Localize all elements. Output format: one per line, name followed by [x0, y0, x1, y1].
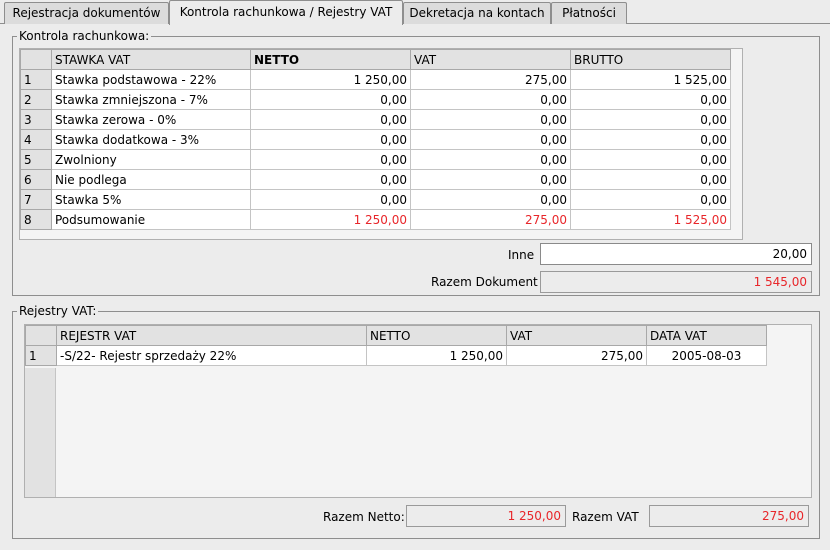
razem-vat-value: 275,00 [649, 505, 809, 527]
cell-stawka[interactable]: Zwolniony [51, 149, 251, 170]
cell-vat[interactable]: 0,00 [410, 129, 571, 150]
rejestry-vat-grid[interactable]: REJESTR VAT NETTO VAT DATA VAT 1 -S/22- … [24, 324, 812, 498]
col-header-brutto[interactable]: BRUTTO [570, 49, 731, 70]
cell-netto[interactable]: 0,00 [250, 129, 411, 150]
col-header-vat[interactable]: VAT [410, 49, 571, 70]
row-number: 2 [20, 89, 52, 110]
cell-brutto-summary[interactable]: 1 525,00 [570, 209, 731, 230]
row-number: 3 [20, 109, 52, 130]
cell-vat[interactable]: 0,00 [410, 109, 571, 130]
header-row: STAWKA VAT NETTO VAT BRUTTO [20, 49, 731, 70]
cell-vat[interactable]: 0,00 [410, 189, 571, 210]
cell-netto[interactable]: 0,00 [250, 169, 411, 190]
cell-vat[interactable]: 0,00 [410, 169, 571, 190]
cell-netto[interactable]: 0,00 [250, 149, 411, 170]
row-number: 8 [20, 209, 52, 230]
razem-vat-label: Razem VAT [572, 510, 639, 524]
cell-vat-summary[interactable]: 275,00 [410, 209, 571, 230]
cell-stawka[interactable]: Nie podlega [51, 169, 251, 190]
cell-brutto[interactable]: 0,00 [570, 149, 731, 170]
inne-label: Inne [508, 248, 535, 262]
col-header-netto[interactable]: NETTO [250, 49, 411, 70]
col-header-vat[interactable]: VAT [506, 325, 647, 346]
cell-netto[interactable]: 0,00 [250, 109, 411, 130]
cell-brutto[interactable]: 0,00 [570, 189, 731, 210]
rejestry-vat-legend: Rejestry VAT: [17, 304, 99, 318]
cell-netto[interactable]: 1 250,00 [250, 69, 411, 90]
col-header-netto[interactable]: NETTO [366, 325, 507, 346]
cell-vat[interactable]: 0,00 [410, 149, 571, 170]
row-number: 4 [20, 129, 52, 150]
table-row[interactable]: 5 Zwolniony 0,00 0,00 0,00 [20, 149, 731, 170]
stawki-vat-grid[interactable]: STAWKA VAT NETTO VAT BRUTTO 1 Stawka pod… [19, 48, 743, 240]
cell-stawka[interactable]: Podsumowanie [51, 209, 251, 230]
row-number: 7 [20, 189, 52, 210]
table-row[interactable]: 2 Stawka zmniejszona - 7% 0,00 0,00 0,00 [20, 89, 731, 110]
tab-rejestracja-dokumentow[interactable]: Rejestracja dokumentów [4, 2, 169, 24]
tab-dekretacja-na-kontach[interactable]: Dekretacja na kontach [403, 2, 551, 24]
cell-vat[interactable]: 275,00 [410, 69, 571, 90]
razem-netto-value: 1 250,00 [406, 505, 566, 527]
razem-dokument-value: 1 545,00 [540, 271, 812, 293]
razem-netto-label: Razem Netto: [323, 510, 405, 524]
cell-brutto[interactable]: 0,00 [570, 89, 731, 110]
cell-stawka[interactable]: Stawka dodatkowa - 3% [51, 129, 251, 150]
row-number: 5 [20, 149, 52, 170]
cell-stawka[interactable]: Stawka podstawowa - 22% [51, 69, 251, 90]
cell-brutto[interactable]: 0,00 [570, 169, 731, 190]
table-row[interactable]: 1 Stawka podstawowa - 22% 1 250,00 275,0… [20, 69, 731, 90]
cell-netto[interactable]: 0,00 [250, 89, 411, 110]
inne-input[interactable]: 20,00 [540, 243, 812, 265]
stawki-vat-table: STAWKA VAT NETTO VAT BRUTTO 1 Stawka pod… [20, 49, 731, 230]
corner-cell [25, 325, 57, 346]
cell-vat[interactable]: 0,00 [410, 89, 571, 110]
corner-cell [20, 49, 52, 70]
table-row[interactable]: 1 -S/22- Rejestr sprzedaży 22% 1 250,00 … [25, 345, 767, 366]
tab-bar: Rejestracja dokumentów Kontrola rachunko… [0, 0, 830, 25]
summary-row[interactable]: 8 Podsumowanie 1 250,00 275,00 1 525,00 [20, 209, 731, 230]
row-number: 1 [20, 69, 52, 90]
table-row[interactable]: 6 Nie podlega 0,00 0,00 0,00 [20, 169, 731, 190]
col-header-data-vat[interactable]: DATA VAT [646, 325, 767, 346]
row-number: 6 [20, 169, 52, 190]
kontrola-rachunkowa-legend: Kontrola rachunkowa: [17, 29, 152, 43]
col-header-rejestr[interactable]: REJESTR VAT [56, 325, 367, 346]
row-number: 1 [25, 345, 57, 366]
cell-stawka[interactable]: Stawka zmniejszona - 7% [51, 89, 251, 110]
table-row[interactable]: 4 Stawka dodatkowa - 3% 0,00 0,00 0,00 [20, 129, 731, 150]
table-row[interactable]: 7 Stawka 5% 0,00 0,00 0,00 [20, 189, 731, 210]
table-row[interactable]: 3 Stawka zerowa - 0% 0,00 0,00 0,00 [20, 109, 731, 130]
col-header-stawka[interactable]: STAWKA VAT [51, 49, 251, 70]
cell-data-vat[interactable]: 2005-08-03 [646, 345, 767, 366]
razem-dokument-label: Razem Dokument [431, 275, 538, 289]
cell-brutto[interactable]: 1 525,00 [570, 69, 731, 90]
cell-stawka[interactable]: Stawka 5% [51, 189, 251, 210]
cell-brutto[interactable]: 0,00 [570, 109, 731, 130]
cell-brutto[interactable]: 0,00 [570, 129, 731, 150]
cell-netto[interactable]: 1 250,00 [366, 345, 507, 366]
cell-netto[interactable]: 0,00 [250, 189, 411, 210]
cell-netto-summary[interactable]: 1 250,00 [250, 209, 411, 230]
cell-rejestr[interactable]: -S/22- Rejestr sprzedaży 22% [56, 345, 367, 366]
cell-stawka[interactable]: Stawka zerowa - 0% [51, 109, 251, 130]
row-header-filler [25, 368, 56, 497]
cell-vat[interactable]: 275,00 [506, 345, 647, 366]
tab-platnosci[interactable]: Płatności [551, 2, 627, 24]
header-row: REJESTR VAT NETTO VAT DATA VAT [25, 325, 767, 346]
tab-kontrola-rachunkowa[interactable]: Kontrola rachunkowa / Rejestry VAT [169, 0, 403, 25]
rejestry-vat-table: REJESTR VAT NETTO VAT DATA VAT 1 -S/22- … [25, 325, 767, 366]
